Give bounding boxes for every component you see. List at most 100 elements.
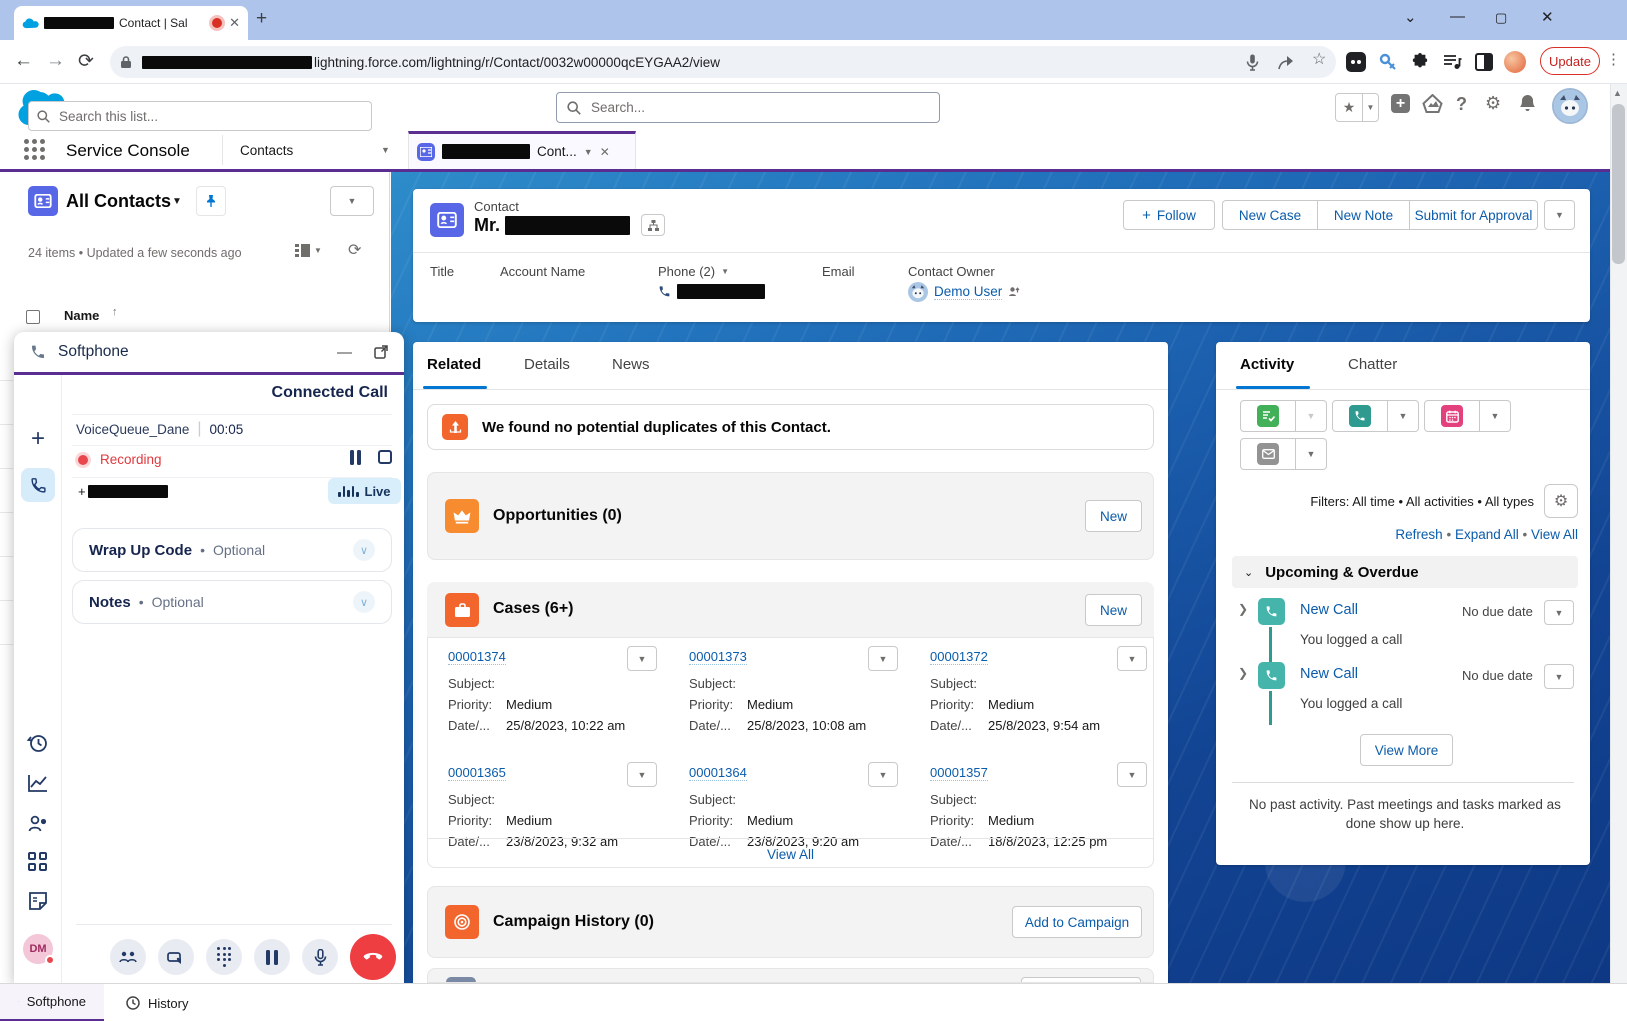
workspace-tab-chevron-icon[interactable]: ▼ — [584, 147, 593, 157]
setup-gear-icon[interactable]: ⚙ — [1485, 93, 1501, 114]
trailhead-icon[interactable] — [1422, 94, 1443, 114]
apps-grid-icon[interactable] — [28, 852, 48, 872]
address-bar[interactable]: lightning.force.com/lightning/r/Contact/… — [110, 46, 1336, 78]
new-note-button[interactable]: New Note — [1318, 200, 1410, 230]
case-row-actions-button[interactable]: ▼ — [1117, 646, 1147, 671]
refresh-link[interactable]: Refresh — [1395, 527, 1442, 542]
opportunities-title[interactable]: Opportunities (0) — [493, 507, 622, 525]
phone-chevron-icon[interactable]: ▼ — [721, 267, 729, 276]
profile-avatar[interactable] — [1503, 50, 1527, 74]
owner-link[interactable]: Demo User — [934, 284, 1002, 300]
nav-tab-contacts[interactable]: Contacts — [240, 143, 293, 158]
extensions-puzzle-icon[interactable] — [1408, 50, 1432, 74]
workspace-tab-close-icon[interactable]: ✕ — [600, 145, 610, 159]
popout-softphone-icon[interactable] — [374, 345, 388, 359]
global-search-box[interactable] — [556, 92, 940, 123]
mute-microphone-button[interactable] — [302, 939, 338, 975]
timeline-item-title[interactable]: New Call — [1300, 602, 1358, 618]
window-menu-chevron-icon[interactable]: ⌄ — [1404, 8, 1417, 26]
contrast-extension-icon[interactable] — [1472, 50, 1496, 74]
list-search-input[interactable] — [57, 108, 363, 125]
case-row-actions-button[interactable]: ▼ — [868, 646, 898, 671]
softphone-header[interactable]: Softphone — — [14, 332, 404, 372]
utility-tab-history[interactable]: History — [108, 984, 206, 1021]
case-number-link[interactable]: 00001374 — [448, 649, 506, 665]
chrome-update-button[interactable]: Update — [1540, 47, 1600, 75]
add-call-button[interactable]: + — [26, 428, 50, 452]
conference-button[interactable] — [110, 939, 146, 975]
timeline-item-actions-button[interactable]: ▼ — [1544, 664, 1574, 689]
wrapup-expand-chevron-icon[interactable]: ∨ — [353, 539, 375, 561]
forward-button[interactable]: → — [46, 50, 65, 72]
stop-recording-icon[interactable] — [378, 450, 392, 464]
tab-close-icon[interactable]: ✕ — [229, 15, 240, 31]
window-close-button[interactable]: ✕ — [1541, 8, 1554, 26]
notes-section[interactable]: Notes • Optional ∨ — [72, 580, 392, 624]
submit-for-approval-button[interactable]: Submit for Approval — [1410, 200, 1538, 230]
tab-activity[interactable]: Activity — [1240, 356, 1294, 373]
list-view-controls-button[interactable]: ▼ — [330, 186, 374, 216]
pause-recording-icon[interactable] — [350, 450, 361, 465]
case-number-link[interactable]: 00001357 — [930, 765, 988, 781]
list-search-box[interactable] — [28, 101, 372, 131]
reload-button[interactable]: ⟳ — [78, 50, 94, 73]
stats-chart-icon[interactable] — [27, 772, 49, 794]
agent-avatar[interactable]: DM — [23, 934, 53, 964]
tab-related[interactable]: Related — [427, 356, 481, 373]
new-task-button[interactable] — [1240, 400, 1296, 432]
extension-app-icon[interactable] — [1344, 50, 1368, 74]
utility-tab-softphone[interactable]: Softphone — [0, 984, 104, 1021]
call-dropdown-button[interactable]: ▼ — [1388, 400, 1419, 432]
window-minimize-button[interactable]: — — [1450, 8, 1465, 25]
notes-icon[interactable] — [27, 890, 49, 912]
timeline-item-actions-button[interactable]: ▼ — [1544, 600, 1574, 625]
task-dropdown-button[interactable]: ▼ — [1296, 400, 1327, 432]
refresh-list-icon[interactable]: ⟳ — [348, 240, 361, 260]
new-tab-button[interactable]: + — [256, 8, 267, 30]
hierarchy-button[interactable] — [641, 214, 665, 236]
favorites-button-group[interactable]: ★ ▼ — [1335, 93, 1379, 122]
more-actions-dropdown-button[interactable]: ▼ — [1544, 200, 1575, 230]
hold-button[interactable] — [254, 939, 290, 975]
case-number-link[interactable]: 00001365 — [448, 765, 506, 781]
end-call-button[interactable] — [350, 934, 396, 980]
upcoming-overdue-bar[interactable]: ⌄ Upcoming & Overdue — [1232, 556, 1578, 588]
microphone-icon[interactable] — [1246, 54, 1259, 71]
case-number-link[interactable]: 00001364 — [689, 765, 747, 781]
global-search-input[interactable] — [589, 99, 929, 116]
quick-create-icon[interactable]: + — [1391, 94, 1410, 113]
display-as-icon[interactable]: ▼ — [295, 243, 322, 258]
app-name[interactable]: Service Console — [66, 141, 190, 161]
case-row-actions-button[interactable]: ▼ — [868, 762, 898, 787]
activity-filter-gear-button[interactable]: ⚙ — [1544, 484, 1578, 518]
list-view-chevron-icon[interactable]: ▼ — [172, 196, 182, 207]
window-maximize-button[interactable]: ▢ — [1495, 10, 1507, 26]
campaign-history-title[interactable]: Campaign History (0) — [493, 913, 654, 931]
tab-chatter[interactable]: Chatter — [1348, 356, 1397, 373]
bookmark-star-icon[interactable]: ☆ — [1312, 49, 1326, 69]
transfer-button[interactable] — [158, 939, 194, 975]
back-button[interactable]: ← — [14, 50, 33, 72]
nav-tab-contacts-chevron-icon[interactable]: ▼ — [381, 145, 390, 155]
email-button[interactable] — [1240, 438, 1296, 470]
favorites-star-icon[interactable]: ★ — [1336, 94, 1363, 121]
scrollbar-up-arrow-icon[interactable]: ▲ — [1613, 88, 1622, 98]
browser-menu-kebab-icon[interactable]: ⋮ — [1606, 50, 1621, 68]
new-case-button[interactable]: New Case — [1222, 200, 1318, 230]
wrapup-code-section[interactable]: Wrap Up Code • Optional ∨ — [72, 528, 392, 572]
event-dropdown-button[interactable]: ▼ — [1480, 400, 1511, 432]
tab-news[interactable]: News — [612, 356, 650, 373]
view-all-link[interactable]: View All — [1531, 527, 1578, 542]
view-more-button[interactable]: View More — [1360, 734, 1453, 766]
playlist-icon[interactable] — [1440, 50, 1464, 74]
notifications-bell-icon[interactable] — [1519, 94, 1536, 113]
pin-list-button[interactable] — [196, 186, 226, 216]
timeline-expand-icon[interactable]: ❯ — [1238, 602, 1248, 616]
live-transcription-pill[interactable]: Live — [328, 478, 401, 504]
workspace-tab-contact[interactable]: Cont... ▼ ✕ — [408, 131, 636, 169]
add-to-campaign-button[interactable]: Add to Campaign — [1012, 906, 1142, 938]
cases-view-all-link[interactable]: View All — [427, 847, 1154, 862]
help-icon[interactable]: ? — [1456, 94, 1467, 115]
name-column-header[interactable]: Name — [64, 308, 99, 323]
keypad-button[interactable] — [206, 939, 242, 975]
